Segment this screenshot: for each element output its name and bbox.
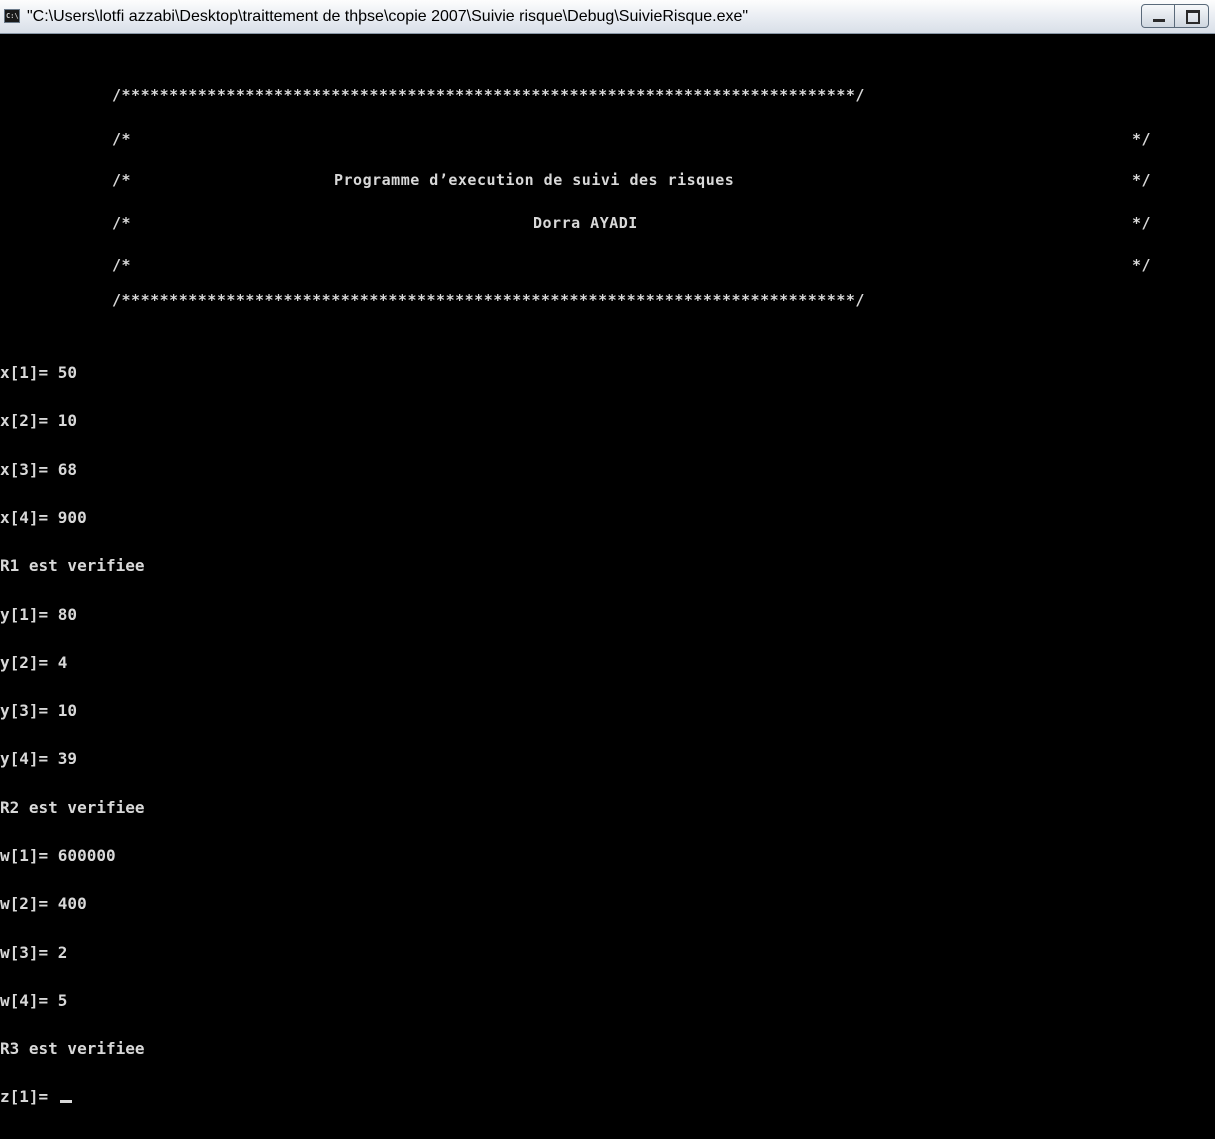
- banner-top-border: /***************************************…: [112, 86, 865, 104]
- banner-comment-close: */: [1132, 256, 1152, 274]
- console-window: C:\ "C:\Users\lotfi azzabi\Desktop\trait…: [0, 0, 1215, 1105]
- input-prompt: z[1]=: [0, 1087, 58, 1107]
- output-line: R2 est verifiee: [0, 797, 145, 817]
- maximize-icon: [1186, 10, 1200, 24]
- title-bar[interactable]: C:\ "C:\Users\lotfi azzabi\Desktop\trait…: [0, 0, 1215, 34]
- banner-comment-close: */: [1132, 171, 1152, 189]
- text-cursor: [59, 1100, 72, 1104]
- output-line: w[3]= 2: [0, 942, 68, 962]
- output-line: w[2]= 400: [0, 894, 87, 914]
- output-line: y[1]= 80: [0, 604, 78, 624]
- output-line: w[1]= 600000: [0, 846, 116, 865]
- minimize-icon: [1153, 19, 1165, 22]
- output-line: x[1]= 50: [0, 363, 78, 383]
- output-line: R3 est verifiee: [0, 1039, 145, 1059]
- banner-comment-open: /*: [112, 214, 132, 232]
- output-line: x[4]= 900: [0, 508, 87, 528]
- banner-comment-open: /*: [112, 171, 132, 189]
- console-icon[interactable]: C:\: [4, 9, 20, 23]
- banner-comment-open: /*: [112, 256, 132, 274]
- banner-title: Programme d’execution de suivi des risqu…: [334, 171, 735, 189]
- banner-comment-close: */: [1132, 214, 1152, 232]
- minimize-button[interactable]: [1141, 4, 1175, 28]
- banner-author: Dorra AYADI: [533, 214, 638, 232]
- banner-comment-open: /*: [112, 130, 132, 148]
- program-output: x[1]= 50 x[2]= 10 x[3]= 68 x[4]= 900 R1 …: [0, 333, 145, 1138]
- banner-comment-close: */: [1132, 130, 1152, 148]
- output-line: y[4]= 39: [0, 749, 78, 769]
- output-line: x[3]= 68: [0, 459, 78, 479]
- output-line: y[3]= 10: [0, 701, 78, 721]
- console-output-area[interactable]: /***************************************…: [0, 34, 1215, 1105]
- output-line: R1 est verifiee: [0, 556, 145, 576]
- maximize-button[interactable]: [1175, 4, 1209, 28]
- output-line: w[4]= 5: [0, 990, 68, 1010]
- input-prompt-line[interactable]: z[1]=: [0, 1089, 145, 1105]
- output-line: x[2]= 10: [0, 411, 78, 431]
- banner-bottom-border: /***************************************…: [112, 291, 865, 309]
- window-controls: [1141, 4, 1209, 30]
- window-title: "C:\Users\lotfi azzabi\Desktop\traitteme…: [27, 8, 749, 25]
- output-line: y[2]= 4: [0, 652, 68, 672]
